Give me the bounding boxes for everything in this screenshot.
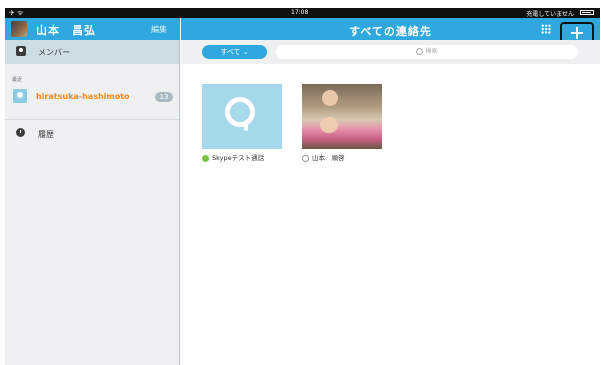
sidebar-item-members[interactable]: メンバー xyxy=(5,40,179,64)
offline-status-icon xyxy=(302,154,309,162)
recent-contact-name: hiratsuka-hashimoto xyxy=(36,92,130,101)
headset-icon xyxy=(225,97,255,131)
contact-tile[interactable]: 山本 順啓 xyxy=(302,84,382,162)
contact-name: 山本 順啓 xyxy=(312,154,345,162)
profile-name[interactable]: 山本 昌弘 xyxy=(36,22,96,38)
contact-tile[interactable]: Skypeテスト通話 xyxy=(202,84,282,162)
airplane-wifi-icons: ✈ ᯤ xyxy=(9,9,24,17)
filter-dropdown[interactable]: すべて ⌄ xyxy=(202,45,267,59)
search-input[interactable]: 検索 xyxy=(276,45,578,59)
charging-status: 充電していません xyxy=(526,11,574,18)
status-time: 17:08 xyxy=(291,9,309,16)
recent-section-heading: 最近 xyxy=(12,77,23,83)
status-bar: ✈ ᯤ 17:08 充電していません xyxy=(5,8,600,18)
online-status-icon xyxy=(202,154,209,162)
filter-bar: すべて ⌄ 検索 xyxy=(181,40,600,64)
divider xyxy=(5,119,179,120)
edit-button[interactable]: 編集 xyxy=(151,24,167,35)
unread-count-badge: 13 xyxy=(155,92,173,102)
page-title: すべての連絡先 xyxy=(349,25,432,38)
profile-header: 山本 昌弘 編集 xyxy=(5,18,180,40)
contact-card-icon xyxy=(16,46,26,56)
contact-avatar[interactable] xyxy=(202,84,282,149)
main-header: すべての連絡先 xyxy=(181,18,600,55)
sidebar: 山本 昌弘 編集 メンバー 最近 hiratsuka-hashimoto 13 … xyxy=(5,18,180,365)
dialpad-icon[interactable] xyxy=(541,24,551,34)
battery-icon xyxy=(580,10,594,15)
recent-conversation-item[interactable]: hiratsuka-hashimoto 13 xyxy=(5,84,179,110)
contact-photo[interactable] xyxy=(302,84,382,149)
contact-caption: 山本 順啓 xyxy=(302,152,382,162)
sidebar-item-label: メンバー xyxy=(38,48,70,57)
sidebar-item-label: 履歴 xyxy=(38,130,54,139)
search-icon xyxy=(416,48,424,55)
clock-icon xyxy=(16,128,25,137)
sidebar-item-history[interactable]: 履歴 xyxy=(5,122,179,142)
contact-placeholder-icon xyxy=(13,89,27,103)
avatar[interactable] xyxy=(11,21,27,37)
plus-icon xyxy=(576,27,578,39)
contact-caption: Skypeテスト通話 xyxy=(202,152,282,162)
contact-name: Skypeテスト通話 xyxy=(212,154,265,162)
search-placeholder: 検索 xyxy=(425,48,438,55)
